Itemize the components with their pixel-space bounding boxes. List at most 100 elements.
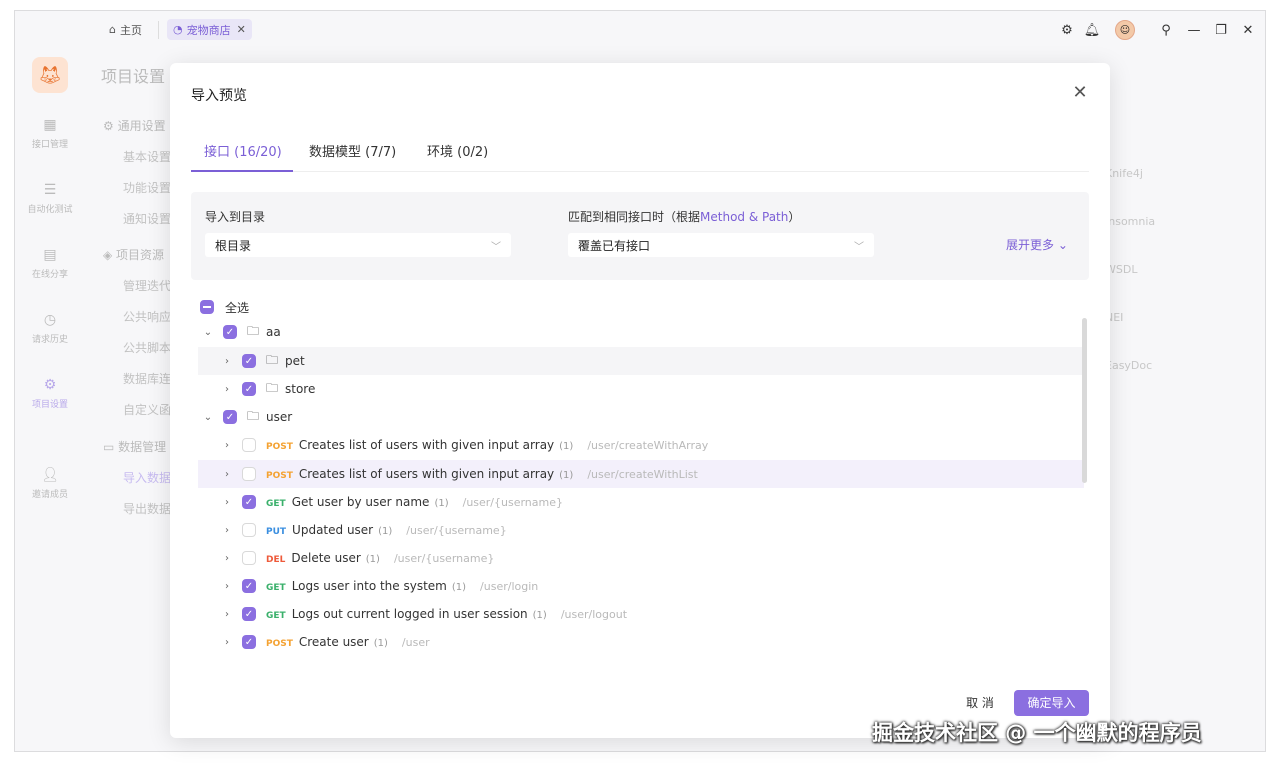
endpoint-row[interactable]: › ✓ GET Get user by user name (1) /user/{us… (198, 488, 1084, 516)
tab-home[interactable]: ⌂ 主页 (103, 19, 148, 40)
folder-checkbox[interactable]: ✓ (223, 325, 237, 339)
minimize-icon[interactable]: — (1184, 20, 1204, 40)
sidebar-item-share[interactable]: ▤ 在线分享 (15, 247, 85, 280)
tab-data-model[interactable]: 数据模型 (7/7) (309, 141, 396, 160)
endpoint-path: /user/logout (560, 608, 628, 621)
close-icon[interactable]: ✕ (1068, 81, 1092, 105)
sidebar-item-autotest[interactable]: ☰ 自动化测试 (15, 182, 85, 215)
endpoint-path: /user/{username} (393, 552, 495, 565)
sidebar-item-history[interactable]: ◷ 请求历史 (15, 312, 85, 345)
endpoint-row[interactable]: › ✓ POST Create user (1) /user (198, 628, 1084, 656)
chevron-right-icon[interactable]: › (221, 525, 233, 536)
chevron-right-icon[interactable]: › (221, 356, 233, 367)
endpoint-checkbox[interactable] (242, 438, 256, 452)
settings-item-import[interactable]: 导入数据 (123, 469, 171, 486)
sidebar-item-label: 自动化测试 (27, 205, 73, 215)
bg-list-item: Insomnia (1105, 215, 1156, 228)
endpoint-checkbox[interactable] (242, 467, 256, 481)
chevron-right-icon[interactable]: › (221, 553, 233, 564)
tree-folder-row[interactable]: ⌄ ✓ 🗀︎ user (198, 403, 1084, 431)
endpoint-title: Delete user (291, 551, 361, 565)
chevron-right-icon[interactable]: › (221, 497, 233, 508)
chevron-down-icon[interactable]: ⌄ (202, 412, 214, 423)
select-all-row[interactable]: 全选 (198, 293, 1084, 321)
bell-icon[interactable]: 🔔︎ (1082, 20, 1102, 40)
method-badge: POST (266, 471, 293, 481)
settings-item[interactable]: 管理迭代 (123, 277, 171, 294)
api-icon: ▦ (43, 117, 57, 133)
chevron-right-icon[interactable]: › (221, 469, 233, 480)
chevron-right-icon[interactable]: › (221, 609, 233, 620)
endpoint-row[interactable]: › DEL Delete user (1) /user/{username} (198, 544, 1084, 572)
bg-list-item: Knife4j (1105, 167, 1143, 180)
settings-item[interactable]: 公共响应 (123, 308, 171, 325)
avatar[interactable]: ☺ (1115, 20, 1135, 40)
target-folder-select[interactable]: 根目录 ﹀ (205, 233, 511, 257)
tab-environment[interactable]: 环境 (0/2) (427, 141, 488, 160)
settings-item[interactable]: 数据库连 (123, 370, 171, 387)
endpoint-count: (1) (559, 441, 574, 452)
settings-item[interactable]: 功能设置 (123, 179, 171, 196)
cancel-button[interactable]: 取 消 (956, 690, 1004, 716)
tree-folder-row[interactable]: › ✓ 🗀︎ pet (198, 347, 1084, 375)
endpoint-count: (1) (365, 554, 380, 565)
home-icon: ⌂ (109, 23, 116, 36)
expand-more-link[interactable]: 展开更多 ⌄ (1006, 236, 1068, 253)
match-rule-select[interactable]: 覆盖已有接口 ﹀ (568, 233, 874, 257)
chevron-down-icon: ﹀ (854, 241, 864, 253)
tab-pet-shop[interactable]: ◔ 宠物商店 ✕ (167, 19, 252, 40)
tab-home-label: 主页 (119, 23, 142, 37)
endpoint-row[interactable]: › POST Creates list of users with given i… (198, 460, 1084, 488)
chevron-down-icon: ﹀ (491, 241, 501, 253)
endpoint-checkbox[interactable]: ✓ (242, 495, 256, 509)
confirm-import-button[interactable]: 确定导入 (1014, 690, 1089, 716)
endpoint-checkbox[interactable] (242, 551, 256, 565)
endpoint-row[interactable]: › ✓ GET Logs out current logged in user s… (198, 600, 1084, 628)
close-icon[interactable]: ✕ (237, 23, 246, 36)
folder-name: user (266, 410, 293, 424)
chevron-right-icon[interactable]: › (221, 384, 233, 395)
settings-gear-icon[interactable]: ⚙ (1057, 20, 1077, 40)
settings-item[interactable]: 基本设置 (123, 148, 171, 165)
target-folder-value: 根目录 (215, 238, 252, 253)
maximize-icon[interactable]: ❐ (1211, 20, 1231, 40)
tab-api[interactable]: 接口 (16/20) (204, 141, 282, 160)
endpoint-row[interactable]: › POST Creates list of users with given i… (198, 431, 1084, 459)
settings-item-export[interactable]: 导出数据 (123, 500, 171, 517)
endpoint-checkbox[interactable]: ✓ (242, 579, 256, 593)
select-all-checkbox[interactable] (200, 300, 214, 314)
sidebar-item-invite[interactable]: 👤︎ 邀请成员 (15, 467, 85, 500)
folder-checkbox[interactable]: ✓ (223, 410, 237, 424)
endpoint-title: Logs out current logged in user session (291, 607, 528, 621)
clock-icon: ◷ (43, 312, 57, 328)
project-icon: ◔ (173, 23, 183, 36)
chevron-down-icon[interactable]: ⌄ (202, 327, 214, 338)
tree-folder-row[interactable]: › ✓ 🗀︎ store (198, 375, 1084, 403)
endpoint-row[interactable]: › ✓ GET Logs user into the system (1) /user… (198, 572, 1084, 600)
sidebar-item-project-settings[interactable]: ⚙ 项目设置 (15, 377, 85, 410)
sidebar-item-api[interactable]: ▦ 接口管理 (15, 117, 85, 150)
endpoint-checkbox[interactable]: ✓ (242, 635, 256, 649)
method-badge: GET (266, 499, 286, 509)
settings-item[interactable]: 自定义函 (123, 401, 171, 418)
endpoint-checkbox[interactable]: ✓ (242, 607, 256, 621)
sidebar-item-label: 邀请成员 (31, 490, 68, 500)
title-bar: ⌂ 主页 ◔ 宠物商店 ✕ ⚙ 🔔︎ ☺ ⚲ — ❐ ✕ (15, 11, 1265, 49)
endpoint-row[interactable]: › PUT Updated user (1) /user/{username} (198, 516, 1084, 544)
settings-group-data: ▭ 数据管理 (103, 440, 167, 454)
chevron-right-icon[interactable]: › (221, 440, 233, 451)
folder-checkbox[interactable]: ✓ (242, 382, 256, 396)
endpoint-count: (1) (559, 470, 574, 481)
settings-group-general: ⚙ 通用设置 (103, 119, 166, 133)
settings-item[interactable]: 通知设置 (123, 210, 171, 227)
pin-icon[interactable]: ⚲ (1156, 20, 1176, 40)
folder-checkbox[interactable]: ✓ (242, 354, 256, 368)
settings-item[interactable]: 公共脚本 (123, 339, 171, 356)
tree-folder-row[interactable]: ⌄ ✓ 🗀︎ aa (198, 318, 1084, 346)
test-icon: ☰ (43, 182, 57, 198)
endpoint-checkbox[interactable] (242, 523, 256, 537)
window-close-icon[interactable]: ✕ (1238, 20, 1258, 40)
chevron-right-icon[interactable]: › (221, 637, 233, 648)
chevron-right-icon[interactable]: › (221, 581, 233, 592)
tree-scrollbar[interactable] (1082, 318, 1087, 483)
